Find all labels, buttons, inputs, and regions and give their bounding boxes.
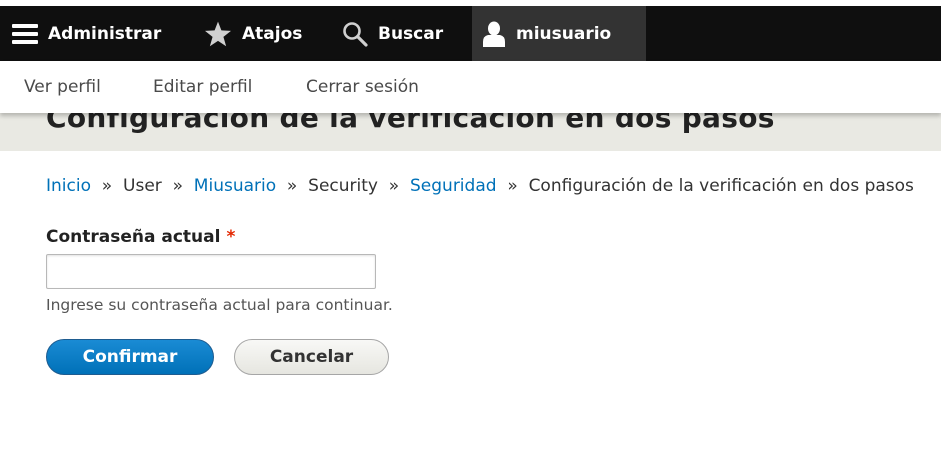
view-profile-link[interactable]: Ver perfil (24, 61, 101, 113)
breadcrumb-separator: » (96, 176, 118, 196)
toolbar-manage-label: Administrar (48, 23, 162, 44)
breadcrumb-separator: » (383, 176, 405, 196)
admin-toolbar: Administrar Atajos Buscar miusuario (0, 6, 941, 61)
confirm-button[interactable]: Confirmar (46, 339, 214, 375)
password-label-text: Contraseña actual (46, 227, 221, 247)
breadcrumb-item-current: Configuración de la verificación en dos … (528, 176, 914, 196)
toolbar-user-link[interactable]: miusuario (472, 6, 646, 61)
logout-link[interactable]: Cerrar sesión (306, 61, 419, 113)
breadcrumb-separator: » (501, 176, 524, 196)
search-icon (342, 21, 368, 47)
breadcrumb-separator: » (167, 176, 189, 196)
star-icon (204, 21, 232, 47)
toolbar-search-link[interactable]: Buscar (342, 6, 443, 61)
current-password-input[interactable] (46, 254, 376, 289)
hamburger-menu-icon (12, 23, 38, 45)
edit-profile-link[interactable]: Editar perfil (153, 61, 252, 113)
toolbar-shortcuts-label: Atajos (242, 23, 303, 44)
user-tray: Ver perfil Editar perfil Cerrar sesión (0, 61, 941, 113)
toolbar-manage-link[interactable]: Administrar (12, 6, 161, 61)
toolbar-search-label: Buscar (378, 23, 444, 44)
breadcrumb-item-seguridad[interactable]: Seguridad (410, 176, 497, 196)
toolbar-user-label: miusuario (516, 23, 612, 44)
required-marker: * (226, 227, 236, 247)
cancel-button[interactable]: Cancelar (234, 339, 389, 375)
breadcrumb-item-miusuario[interactable]: Miusuario (194, 176, 276, 196)
toolbar-shortcuts-link[interactable]: Atajos (204, 6, 302, 61)
breadcrumb-item-user: User (123, 176, 162, 196)
password-help-text: Ingrese su contraseña actual para contin… (46, 296, 393, 314)
breadcrumb-item-inicio[interactable]: Inicio (46, 176, 91, 196)
password-label: Contraseña actual * (46, 227, 235, 247)
breadcrumb-item-security: Security (308, 176, 378, 196)
user-icon (482, 21, 506, 47)
breadcrumb-separator: » (281, 176, 303, 196)
breadcrumb: Inicio » User » Miusuario » Security » S… (46, 176, 914, 196)
